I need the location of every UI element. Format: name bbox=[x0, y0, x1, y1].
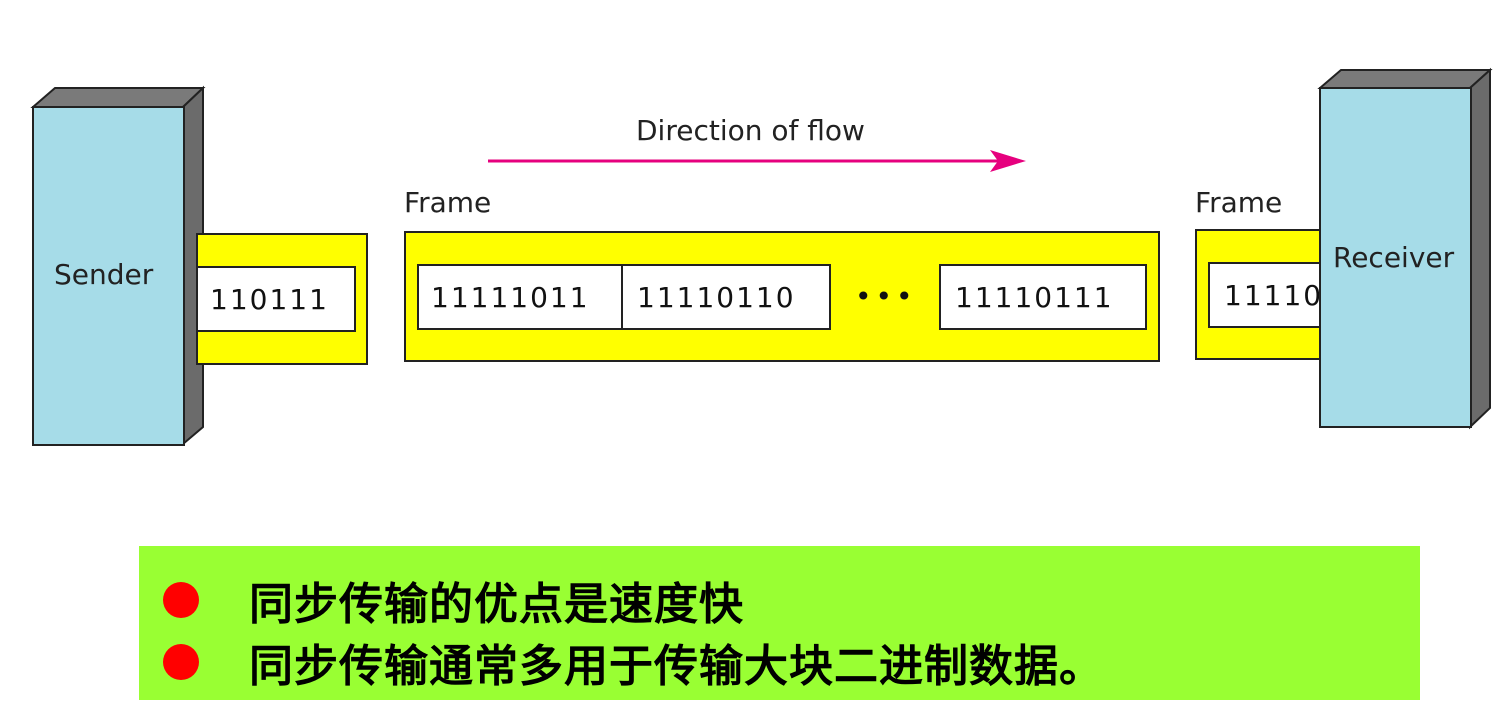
sender-label: Sender bbox=[54, 258, 154, 291]
middle-frame-bits-3: 11110111 bbox=[955, 280, 1114, 314]
frame-label-right: Frame bbox=[1195, 186, 1283, 219]
note-item: 同步传输通常多用于传输大块二进制数据。 bbox=[139, 630, 1104, 694]
receiver-label: Receiver bbox=[1333, 241, 1455, 274]
frame-label-middle: Frame bbox=[404, 186, 492, 219]
receiver-front: Receiver bbox=[1319, 87, 1472, 428]
middle-frame-byte-1: 11111011 bbox=[417, 264, 623, 330]
notes-panel: 同步传输的优点是速度快 同步传输通常多用于传输大块二进制数据。 bbox=[139, 546, 1420, 700]
middle-frame-byte-2: 11110110 bbox=[621, 264, 831, 330]
direction-arrow bbox=[488, 150, 1026, 172]
receiver-frame-bits: 11110 bbox=[1224, 278, 1324, 312]
middle-frame-byte-3: 11110111 bbox=[939, 264, 1147, 330]
direction-label: Direction of flow bbox=[636, 114, 865, 147]
note-text: 同步传输的优点是速度快 bbox=[249, 579, 744, 630]
middle-frame-bits-1: 11111011 bbox=[431, 280, 590, 314]
sender-frame-byte: 110111 bbox=[196, 266, 356, 332]
ellipsis: ••• bbox=[855, 280, 917, 313]
bullet-icon bbox=[163, 644, 199, 680]
sender-frame-bits: 110111 bbox=[210, 282, 329, 316]
note-item: 同步传输的优点是速度快 bbox=[139, 568, 744, 632]
sender-front: Sender bbox=[32, 106, 185, 446]
note-text: 同步传输通常多用于传输大块二进制数据。 bbox=[249, 641, 1104, 692]
bullet-icon bbox=[163, 582, 199, 618]
middle-frame-bits-2: 11110110 bbox=[637, 280, 796, 314]
